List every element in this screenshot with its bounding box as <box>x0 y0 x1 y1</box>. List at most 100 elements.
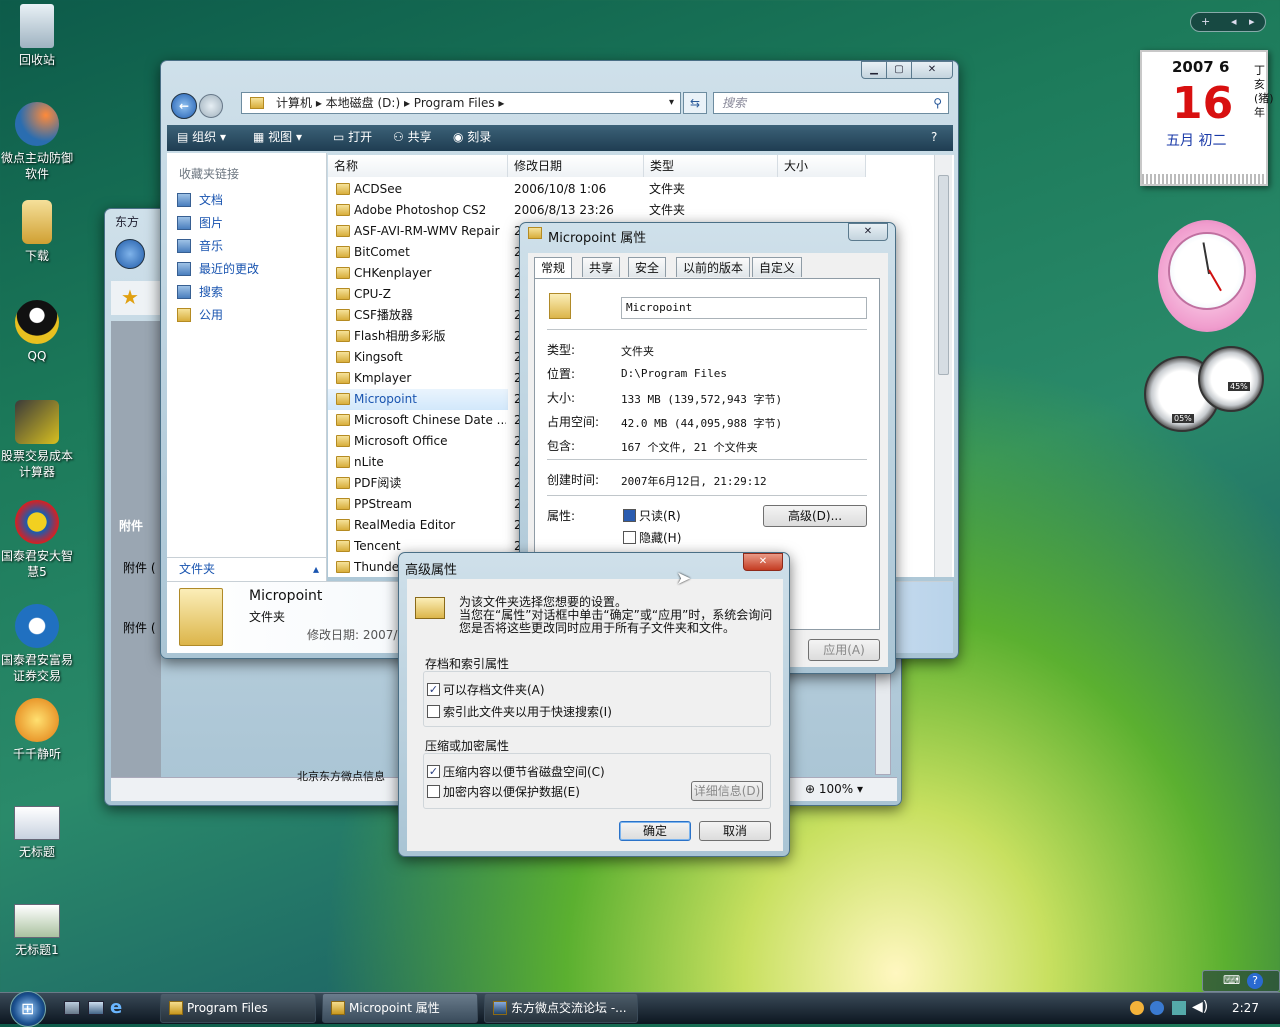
browser-scrollbar[interactable] <box>875 669 891 775</box>
scroll-thumb[interactable] <box>938 175 949 375</box>
nav-searches[interactable]: 搜索 <box>177 281 223 303</box>
advanced-attributes-dialog[interactable]: 高级属性 ✕ 为该文件夹选择您想要的设置。 当您在“属性”对话框中单击“确定”或… <box>398 552 790 857</box>
views-button[interactable]: ▦ 视图 ▾ <box>253 125 302 149</box>
nav-recent-changes[interactable]: 最近的更改 <box>177 258 259 280</box>
folder-name-input[interactable]: Micropoint <box>621 297 867 319</box>
calendar-gadget[interactable]: 2007 6 16 五月 初二 丁亥(猪)年 <box>1140 50 1274 186</box>
index-checkbox[interactable] <box>427 705 440 718</box>
ok-button[interactable]: 确定 <box>619 821 691 841</box>
network-tray-icon[interactable] <box>1172 1001 1186 1015</box>
column-name[interactable]: 名称 <box>328 155 508 177</box>
details-button[interactable]: 详细信息(D) <box>691 781 763 801</box>
maximize-button[interactable]: ▢ <box>886 61 912 79</box>
micropoint-tray-icon[interactable] <box>1150 1001 1164 1015</box>
tab-previous-versions[interactable]: 以前的版本 <box>676 257 751 277</box>
folder-icon <box>336 456 350 468</box>
refresh-icon[interactable]: ⇆ <box>683 92 707 114</box>
column-date[interactable]: 修改日期 <box>508 155 644 177</box>
cancel-button[interactable]: 取消 <box>699 821 771 841</box>
properties-close-button[interactable]: ✕ <box>848 223 888 241</box>
tab-sharing[interactable]: 共享 <box>582 257 621 277</box>
switch-windows-icon[interactable] <box>88 1001 104 1015</box>
language-bar[interactable]: ⌨ ? <box>1202 970 1280 992</box>
help-icon[interactable]: ? <box>931 125 937 149</box>
advanced-button[interactable]: 高级(D)... <box>763 505 867 527</box>
download-folder-icon[interactable]: 下载 <box>0 200 74 264</box>
folder-icon <box>336 309 350 321</box>
clock-face <box>1168 232 1246 310</box>
task-browser[interactable]: 东方微点交流论坛 -... <box>484 993 638 1023</box>
advanced-close-button[interactable]: ✕ <box>743 553 783 571</box>
breadcrumb-program-files[interactable]: Program Files <box>414 96 495 110</box>
task-micropoint-properties[interactable]: Micropoint 属性 <box>322 993 478 1023</box>
task-program-files[interactable]: Program Files <box>160 993 316 1023</box>
file-row[interactable]: Adobe Photoshop CS2 2006/8/13 23:26 文件夹 <box>328 200 948 221</box>
file-row[interactable]: Micropoint 2 <box>328 389 522 410</box>
close-button[interactable]: ✕ <box>911 61 953 79</box>
micropoint-desktop-icon[interactable]: 微点主动防御软件 <box>0 102 74 182</box>
zoom-control[interactable]: ⊕ 100% ▾ <box>805 782 863 796</box>
sidebar-controls[interactable]: + ◂ ▸ <box>1190 12 1266 32</box>
qq-icon[interactable]: QQ <box>0 300 74 364</box>
breadcrumb-computer[interactable]: 计算机 <box>276 96 312 110</box>
nav-music[interactable]: 音乐 <box>177 235 223 257</box>
tab-security[interactable]: 安全 <box>628 257 667 277</box>
untitled-image-icon[interactable]: 无标题 <box>0 806 74 860</box>
tab-general[interactable]: 常规 <box>534 257 573 279</box>
back-button[interactable] <box>115 239 145 269</box>
dazhihui-icon[interactable]: 国泰君安大智慧5 <box>0 500 74 580</box>
show-desktop-icon[interactable] <box>64 1001 80 1015</box>
readonly-checkbox[interactable] <box>623 509 636 522</box>
organize-button[interactable]: ▤ 组织 ▾ <box>177 125 226 149</box>
nav-public[interactable]: 公用 <box>177 304 223 326</box>
file-list-scrollbar[interactable] <box>934 155 952 577</box>
forward-arrow-icon[interactable] <box>199 94 223 118</box>
nav-pictures[interactable]: 图片 <box>177 212 223 234</box>
property-label: 大小: <box>547 391 576 405</box>
minimize-button[interactable]: ▁ <box>861 61 887 79</box>
folders-toggle[interactable]: 文件夹 ▴ <box>167 557 327 579</box>
apply-button[interactable]: 应用(A) <box>808 639 880 661</box>
clock[interactable]: 2:27 <box>1232 1001 1259 1015</box>
search-placeholder: 搜索 <box>722 96 747 110</box>
column-type[interactable]: 类型 <box>644 155 778 177</box>
file-name: Adobe Photoshop CS2 <box>354 203 487 217</box>
address-dropdown-icon[interactable]: ▾ <box>669 93 674 113</box>
recycle-bin-icon[interactable]: 回收站 <box>0 4 74 68</box>
help-icon[interactable]: ? <box>1247 973 1263 989</box>
search-input[interactable]: 搜索 ⚲ <box>713 92 949 114</box>
keyboard-icon[interactable]: ⌨ <box>1223 973 1240 987</box>
qq-tray-icon[interactable] <box>1130 1001 1144 1015</box>
next-icon[interactable]: ▸ <box>1249 13 1255 31</box>
favorites-star-icon[interactable]: ★ <box>111 281 161 315</box>
guotai-trade-icon[interactable]: 国泰君安富易证券交易 <box>0 604 74 684</box>
ie-quicklaunch-icon[interactable]: e <box>110 997 122 1018</box>
clock-gadget[interactable] <box>1150 200 1262 336</box>
breadcrumb-drive[interactable]: 本地磁盘 (D:) <box>326 96 400 110</box>
add-gadget-icon[interactable]: + <box>1201 13 1210 31</box>
hidden-checkbox[interactable] <box>623 531 636 544</box>
cpu-meter-gadget[interactable]: 05% 45% <box>1144 346 1268 432</box>
burn-button[interactable]: ◉ 刻录 <box>453 125 491 149</box>
share-button[interactable]: ⚇ 共享 <box>393 125 432 149</box>
open-button[interactable]: ▭ 打开 <box>333 125 372 149</box>
attachment-row[interactable]: 附件 ( <box>123 559 156 576</box>
ttplayer-icon[interactable]: 千千静听 <box>0 698 74 762</box>
start-button[interactable]: ⊞ <box>10 991 46 1027</box>
search-icon[interactable]: ⚲ <box>933 93 942 113</box>
compress-checkbox[interactable]: ✓ <box>427 765 440 778</box>
file-row[interactable]: ACDSee 2006/10/8 1:06 文件夹 <box>328 179 948 200</box>
file-name: RealMedia Editor <box>354 518 456 532</box>
tab-customize[interactable]: 自定义 <box>752 257 803 277</box>
back-arrow-icon[interactable]: ← <box>171 93 197 119</box>
archive-checkbox[interactable]: ✓ <box>427 683 440 696</box>
stock-calculator-icon[interactable]: 股票交易成本计算器 <box>0 400 74 480</box>
attachment-row[interactable]: 附件 ( <box>123 619 156 636</box>
address-bar[interactable]: 计算机 ▸ 本地磁盘 (D:) ▸ Program Files ▸ ▾ <box>241 92 681 114</box>
encrypt-checkbox[interactable] <box>427 785 440 798</box>
prev-icon[interactable]: ◂ <box>1231 13 1237 31</box>
column-size[interactable]: 大小 <box>778 155 866 177</box>
volume-icon[interactable]: ◀) <box>1192 999 1208 1015</box>
nav-documents[interactable]: 文档 <box>177 189 223 211</box>
untitled1-image-icon[interactable]: 无标题1 <box>0 904 74 958</box>
